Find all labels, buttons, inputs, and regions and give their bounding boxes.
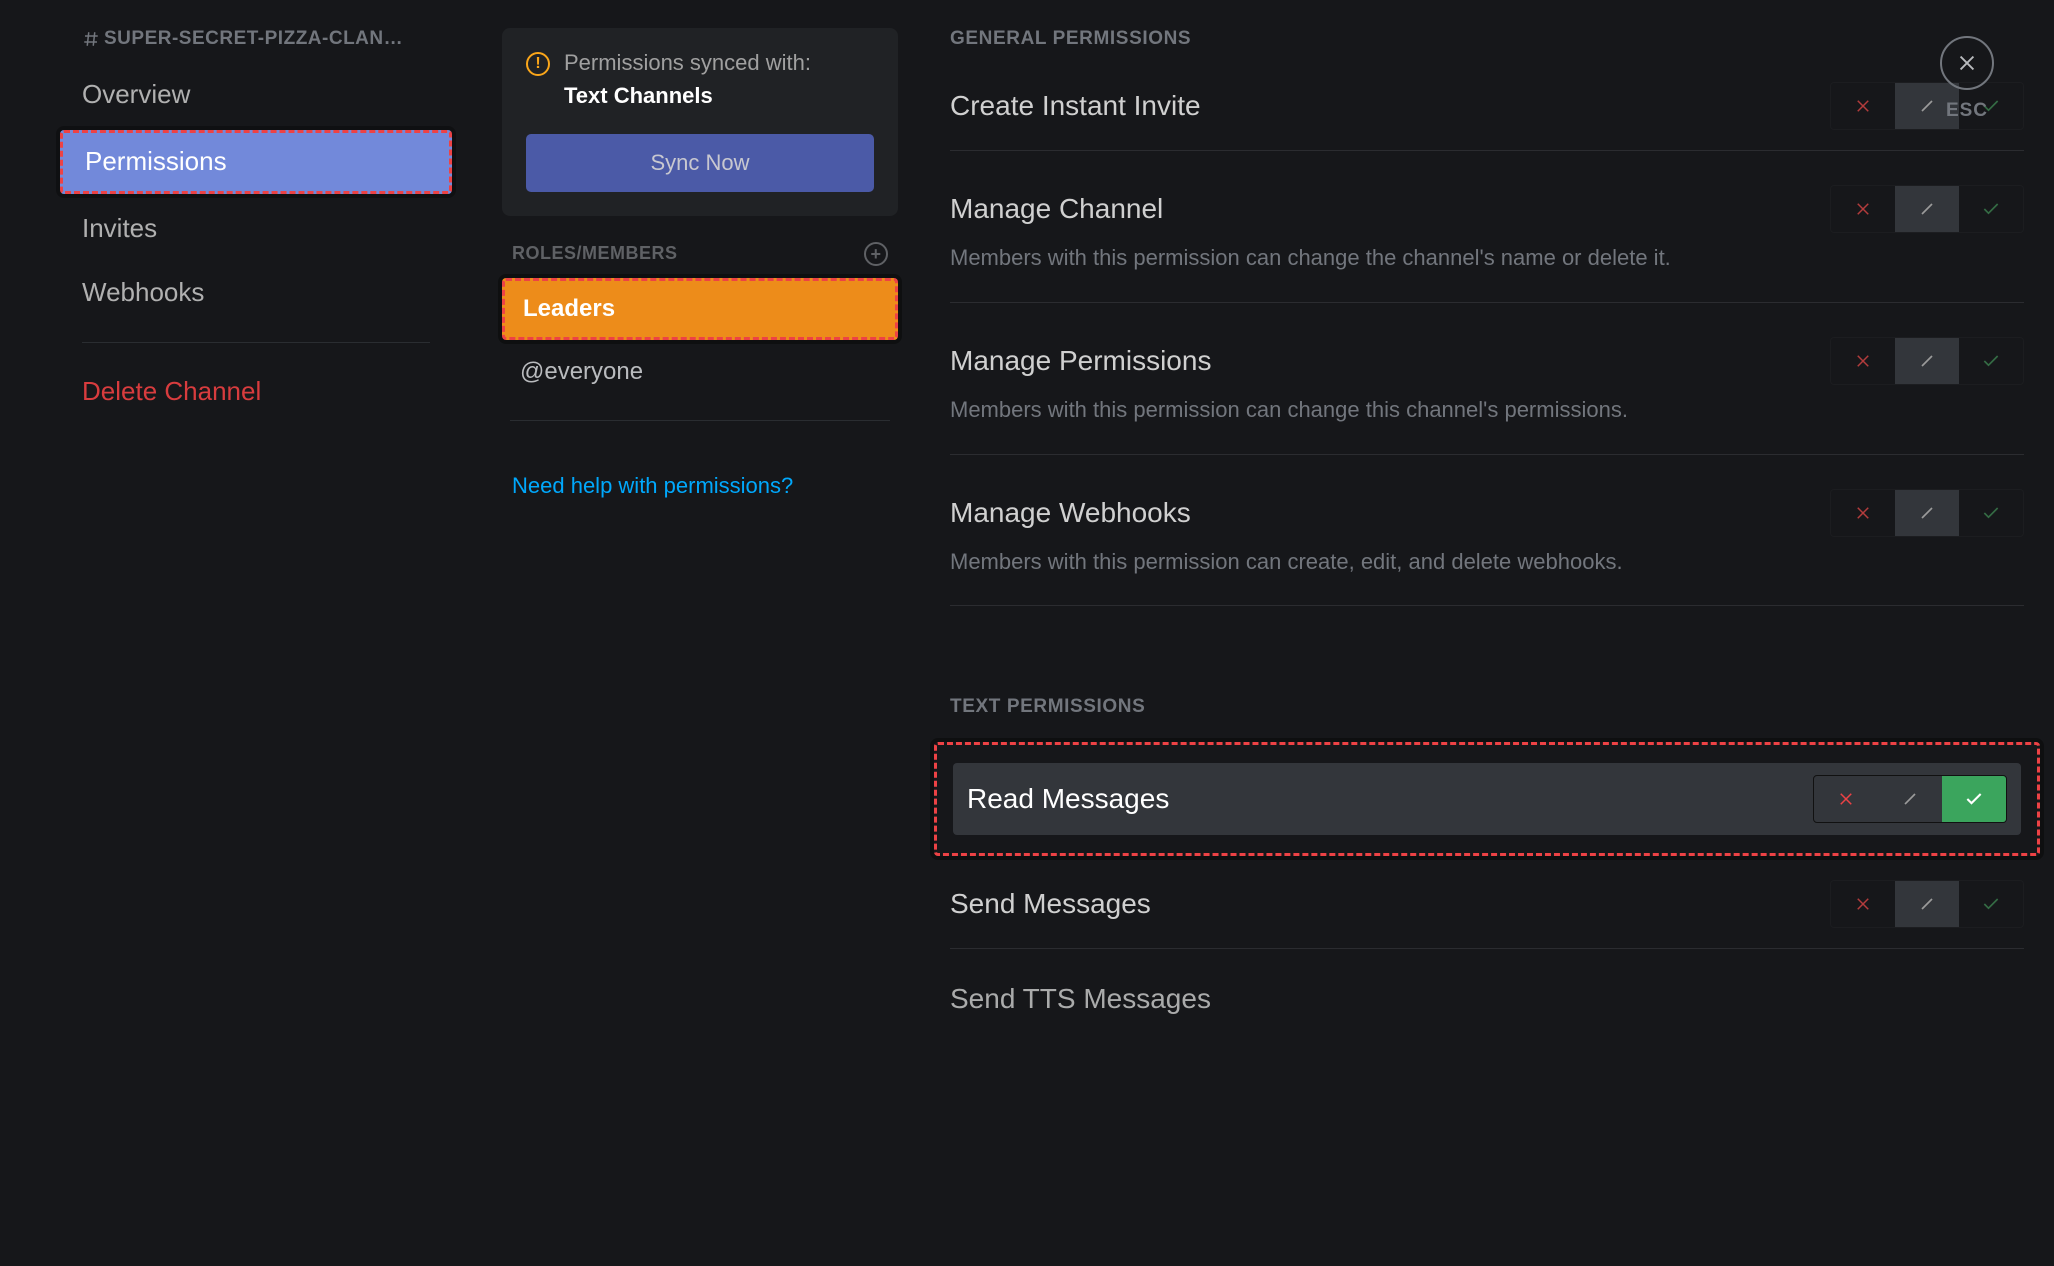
neutral-button[interactable] [1895, 490, 1959, 536]
perm-description: Members with this permission can change … [950, 393, 2024, 454]
perm-toggle [1830, 185, 2024, 233]
perm-row-manage-webhooks: Manage Webhooks [950, 485, 2024, 545]
roles-header-label: ROLES/MEMBERS [512, 243, 678, 264]
deny-button[interactable] [1814, 776, 1878, 822]
warning-icon: ! [526, 52, 550, 76]
permissions-help-link[interactable]: Need help with permissions? [502, 465, 803, 507]
neutral-button[interactable] [1895, 186, 1959, 232]
close-button[interactable] [1940, 36, 1994, 90]
perm-toggle [1830, 337, 2024, 385]
perm-toggle [1813, 775, 2007, 823]
perm-divider [950, 948, 2024, 949]
perm-title: Manage Permissions [950, 345, 1211, 377]
perm-row-read-messages: Read Messages [953, 763, 2021, 835]
perm-title: Create Instant Invite [950, 90, 1201, 122]
perm-divider [950, 454, 2024, 455]
perm-row-manage-permissions: Manage Permissions [950, 333, 2024, 393]
sidebar-divider [82, 342, 430, 343]
close-icon [1956, 52, 1978, 74]
sidebar-item-overview[interactable]: Overview [60, 66, 452, 124]
perm-row-create-invite: Create Instant Invite [950, 78, 2024, 150]
neutral-button[interactable] [1895, 338, 1959, 384]
settings-sidebar: SUPER-SECRET-PIZZA-CLAN… Overview Permis… [0, 0, 480, 1266]
perm-title: Manage Channel [950, 193, 1163, 225]
hash-icon [82, 30, 100, 48]
perm-toggle [1830, 82, 2024, 130]
perm-description: Members with this permission can change … [950, 241, 2024, 302]
esc-label: ESC [1940, 100, 1994, 122]
channel-title: SUPER-SECRET-PIZZA-CLAN… [60, 28, 452, 50]
neutral-button[interactable] [1895, 881, 1959, 927]
allow-button[interactable] [1959, 490, 2023, 536]
add-role-button[interactable]: + [864, 242, 888, 266]
role-item-everyone[interactable]: @everyone [502, 344, 898, 400]
sync-card: ! Permissions synced with: Text Channels… [502, 28, 898, 216]
perm-title: Send TTS Messages [950, 983, 1211, 1015]
deny-button[interactable] [1831, 338, 1895, 384]
deny-button[interactable] [1831, 186, 1895, 232]
perm-divider [950, 605, 2024, 606]
perm-title: Send Messages [950, 888, 1151, 920]
section-text-permissions: TEXT PERMISSIONS [950, 696, 2024, 718]
role-item-leaders[interactable]: Leaders [502, 278, 898, 340]
allow-button[interactable] [1959, 881, 2023, 927]
sidebar-item-invites[interactable]: Invites [60, 200, 452, 258]
section-general-permissions: GENERAL PERMISSIONS [950, 28, 2024, 50]
perm-description: Members with this permission can create,… [950, 545, 2024, 606]
neutral-button[interactable] [1878, 776, 1942, 822]
allow-button[interactable] [1959, 338, 2023, 384]
perm-row-send-messages: Send Messages [950, 876, 2024, 948]
sync-now-button[interactable]: Sync Now [526, 134, 874, 192]
perm-row-send-tts: Send TTS Messages [950, 979, 2024, 1035]
allow-button[interactable] [1942, 776, 2006, 822]
highlight-read-messages: Read Messages [934, 742, 2040, 856]
deny-button[interactable] [1831, 881, 1895, 927]
roles-header: ROLES/MEMBERS + [502, 242, 898, 266]
sync-target: Text Channels [564, 81, 811, 112]
perm-title: Manage Webhooks [950, 497, 1191, 529]
sidebar-item-delete-channel[interactable]: Delete Channel [60, 363, 452, 421]
permissions-panel: GENERAL PERMISSIONS Create Instant Invit… [920, 0, 2054, 1266]
perm-title: Read Messages [967, 783, 1169, 815]
close-panel: ESC [1940, 36, 1994, 122]
sidebar-item-webhooks[interactable]: Webhooks [60, 264, 452, 322]
roles-column: ! Permissions synced with: Text Channels… [480, 0, 920, 1266]
channel-title-text: SUPER-SECRET-PIZZA-CLAN… [104, 28, 403, 50]
sidebar-item-permissions[interactable]: Permissions [60, 130, 452, 194]
perm-row-manage-channel: Manage Channel [950, 181, 2024, 241]
sync-line1: Permissions synced with: [564, 50, 811, 75]
perm-divider [950, 302, 2024, 303]
perm-divider [950, 150, 2024, 151]
deny-button[interactable] [1831, 83, 1895, 129]
deny-button[interactable] [1831, 490, 1895, 536]
allow-button[interactable] [1959, 186, 2023, 232]
perm-toggle [1830, 489, 2024, 537]
roles-divider [510, 420, 890, 421]
perm-toggle [1830, 880, 2024, 928]
